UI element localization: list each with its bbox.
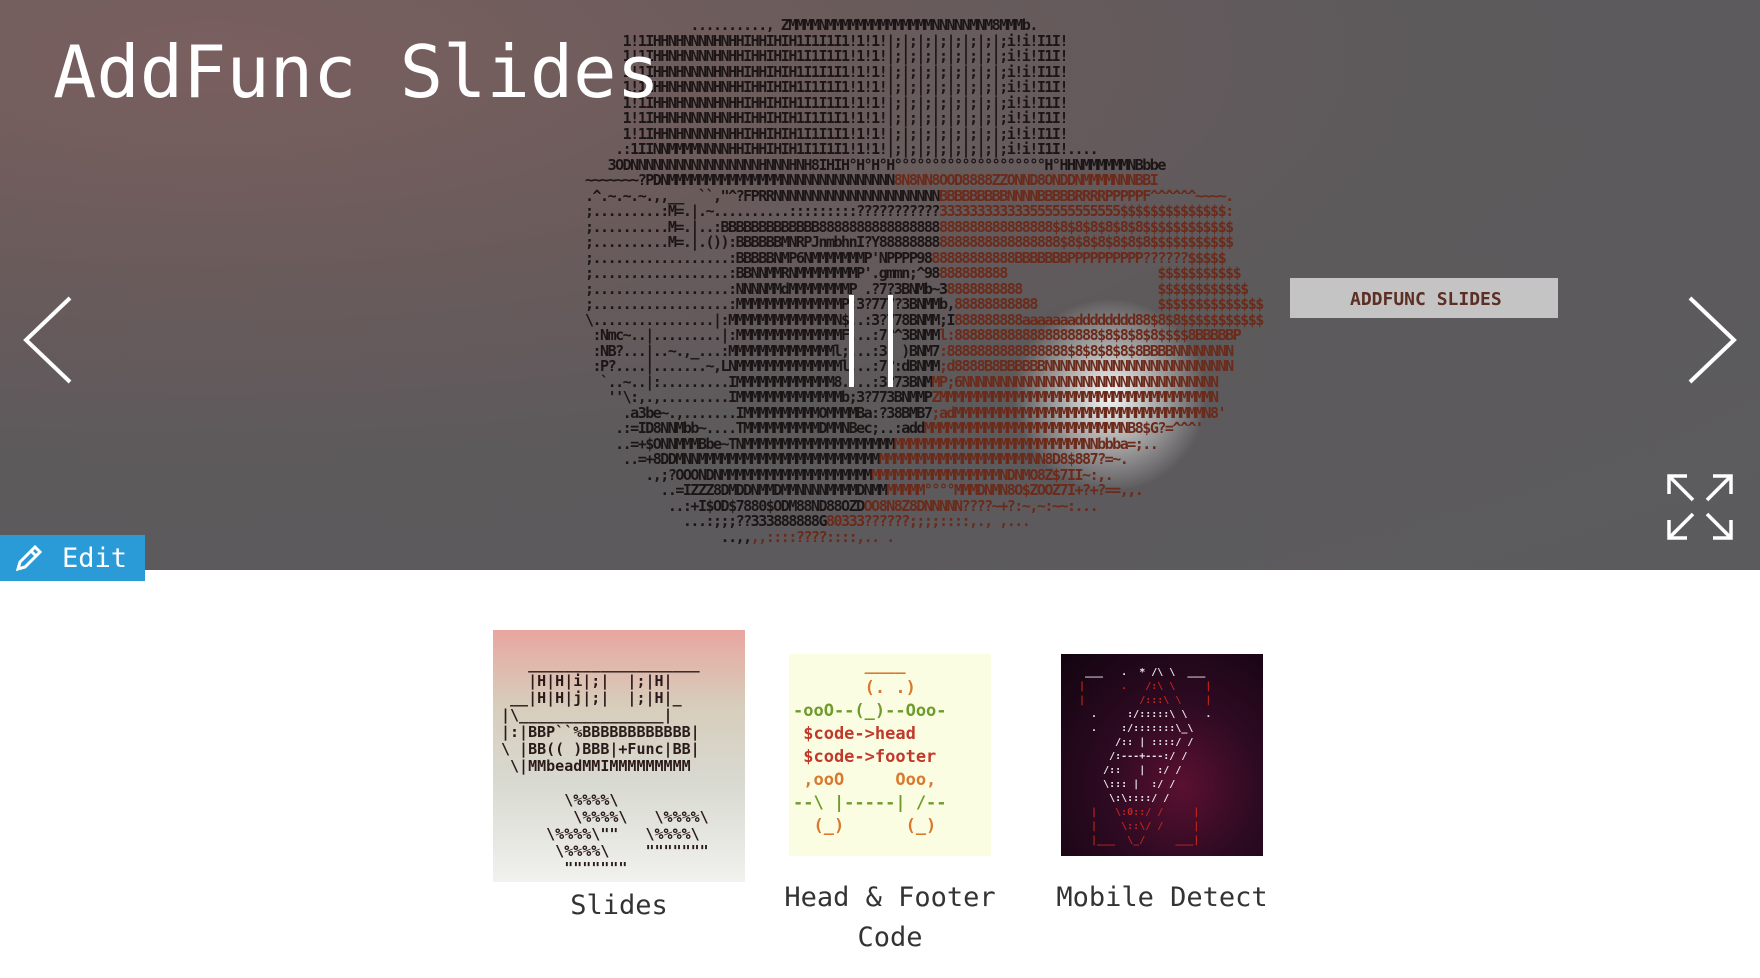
fullscreen-button[interactable] <box>1665 472 1735 542</box>
thumbnail-ascii-line: |H|H|i|;| |;|H| <box>501 672 673 690</box>
edit-label: Edit <box>62 542 128 574</box>
thumbnail-ascii-line: \:\::::/ / <box>1079 793 1170 804</box>
thumbnail-ascii-line: -ooO--(_)--Ooo- <box>793 701 947 721</box>
thumbnail-ascii-line: ___________________ <box>501 655 700 673</box>
thumbnail-ascii-line: (_) (_) <box>793 816 937 836</box>
thumbnail-ascii-line: \%%%%\"" \%%%%\ <box>501 825 700 843</box>
pause-icon-bar <box>888 295 893 387</box>
thumbnail-ascii-line: | . /:\ \ | <box>1079 681 1212 692</box>
thumbnail-ascii-line: \%%%%\ \%%%%\ <box>501 808 709 826</box>
thumbnail-label: Mobile Detect <box>1056 882 1268 913</box>
thumbnail-slides[interactable]: ___________________ |H|H|i|;| |;|H| __|H… <box>474 630 764 926</box>
thumbnail-ascii-line: \|MMbeadMMIMMMMMMMMM <box>501 757 691 775</box>
thumbnail-ascii-line: |___ \_/ ___| <box>1079 835 1200 846</box>
thumbnail-ascii-line: $code->footer <box>793 747 937 767</box>
ascii-art-line: ..,,,,::::????::::,.. . <box>585 527 896 546</box>
thumbnail-ascii-line: (. .) <box>793 678 916 698</box>
thumbnail-ascii-line: \%%%%\ """"""" <box>501 842 709 860</box>
thumbnail-ascii-line: $code->head <box>793 724 916 744</box>
thumbnail-head-footer-code[interactable]: ____ (. .) -ooO--(_)--Ooo- $code->head $c… <box>760 630 1020 958</box>
thumbnail-ascii-line: | /:::\ \ | <box>1079 695 1212 706</box>
slideshow-hero: .........., ZMMMMNMMMMMMMMMMMMMMNNNNNMNM… <box>0 0 1760 570</box>
slide-thumbnail-gallery: ___________________ |H|H|i|;| |;|H| __|H… <box>460 630 1300 970</box>
thumbnail-ascii-line: __|H|H|j|;| |;|H|_ <box>501 689 682 707</box>
slide-caption: ADDFUNC SLIDES <box>1350 289 1502 310</box>
thumbnail-ascii-line: \::: | :/ / <box>1079 779 1176 790</box>
head-footer-thumbnail-image: ____ (. .) -ooO--(_)--Ooo- $code->head $c… <box>789 654 991 856</box>
mobile-detect-thumbnail-image: ___ . * /\ \ ___| . /:\ \ || /:::\ \ | .… <box>1061 654 1263 856</box>
next-slide-button[interactable] <box>1682 290 1742 390</box>
thumbnail-ascii-line: ____ <box>793 655 906 675</box>
thumbnail-mobile-detect[interactable]: ___ . * /\ \ ___| . /:\ \ || /:::\ \ | .… <box>1032 630 1292 918</box>
thumbnail-ascii-line: . :/:::::\ \ . <box>1079 709 1212 720</box>
chevron-left-icon <box>23 296 72 384</box>
pause-button[interactable] <box>845 295 897 387</box>
thumbnail-ascii-line: """"""" <box>501 859 628 877</box>
previous-slide-button[interactable] <box>18 290 78 390</box>
edit-button[interactable]: Edit <box>0 535 145 581</box>
thumbnail-ascii-line: | \::\/ / | <box>1079 821 1200 832</box>
chevron-right-icon <box>1688 296 1737 384</box>
thumbnail-ascii-line: |\________________| <box>501 706 673 724</box>
thumbnail-ascii-line: ___ . * /\ \ ___ <box>1079 667 1206 678</box>
thumbnail-ascii-line: \ |BB(( )BBB|+Func|BB| <box>501 740 700 758</box>
thumbnail-ascii-line: . :/:::::::\_\ <box>1079 723 1194 734</box>
pause-icon <box>849 295 854 387</box>
thumbnail-ascii-line: --\ |-----| /-- <box>793 793 947 813</box>
thumbnail-ascii-line: \%%%%\ <box>501 791 619 809</box>
thumbnail-ascii-line: /:: | ::::/ / <box>1079 737 1194 748</box>
thumbnail-ascii-line: |:|BBP``%BBBBBBBBBBBB| <box>501 723 700 741</box>
expand-icon <box>1667 474 1733 540</box>
pencil-icon <box>15 544 43 572</box>
slides-thumbnail-image: ___________________ |H|H|i|;| |;|H| __|H… <box>493 630 745 882</box>
thumbnail-label: Head & Footer Code <box>784 882 996 953</box>
page-title: AddFunc Slides <box>53 30 660 114</box>
thumbnail-ascii-line: ,ooO Ooo, <box>793 770 937 790</box>
thumbnail-label: Slides <box>570 890 668 921</box>
thumbnail-ascii-line: /:: | :/ / <box>1079 765 1182 776</box>
thumbnail-ascii-line: | \:0::/ / | <box>1079 807 1200 818</box>
thumbnail-ascii-line: /:---+---:/ / <box>1079 751 1188 762</box>
